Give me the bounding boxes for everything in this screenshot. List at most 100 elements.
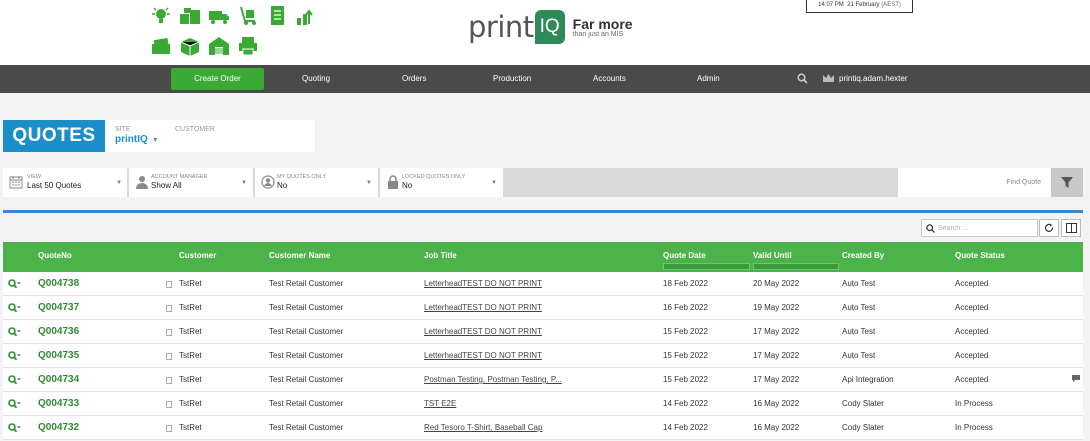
table-search[interactable] xyxy=(921,219,1038,237)
nav-item-quoting[interactable]: Quoting xyxy=(302,65,330,93)
locked-value: No xyxy=(402,181,413,190)
column-header-job-title[interactable]: Job Title xyxy=(424,251,457,260)
quote-number-link[interactable]: Q004734 xyxy=(38,374,79,385)
customer-code[interactable]: TstRet xyxy=(179,375,202,384)
created-by: Auto Test xyxy=(842,303,876,312)
customer-name: Test Retail Customer xyxy=(269,423,344,432)
printer-icon[interactable] xyxy=(237,36,259,56)
column-header-quote-status[interactable]: Quote Status xyxy=(955,251,1005,260)
clock-date: 21 February xyxy=(847,2,880,8)
comment-icon[interactable] xyxy=(1072,375,1080,382)
growth-chart-icon[interactable] xyxy=(295,6,317,26)
account-manager-filter[interactable]: ACCOUNT MANAGER Show All ▼ xyxy=(129,168,253,197)
boxes-icon[interactable] xyxy=(179,6,201,26)
table-row[interactable]: Q004732 TstRet Test Retail Customer Red Tes… xyxy=(3,416,1083,440)
table-row[interactable]: Q004737 TstRet Test Retail Customer Letterh… xyxy=(3,296,1083,320)
truck-icon[interactable] xyxy=(208,6,230,26)
search-icon[interactable] xyxy=(797,73,808,84)
customer-code[interactable]: TstRet xyxy=(179,399,202,408)
crown-icon xyxy=(823,74,834,82)
quote-preview-icon[interactable] xyxy=(8,303,21,313)
nav-item-orders[interactable]: Orders xyxy=(402,65,426,93)
column-header-quoteno[interactable]: QuoteNo xyxy=(38,251,72,260)
page-title: QUOTES xyxy=(3,120,105,152)
table-row[interactable]: Q004738 TstRet Test Retail Customer Letterh… xyxy=(3,272,1083,296)
refresh-button[interactable] xyxy=(1039,219,1059,237)
tagline-sub: than just an MIS xyxy=(572,30,624,38)
document-stack-icon[interactable] xyxy=(266,6,288,26)
column-header-created-by[interactable]: Created By xyxy=(842,251,884,260)
job-title-link[interactable]: LetterheadTEST DO NOT PRINT xyxy=(424,351,542,360)
refresh-icon xyxy=(1044,223,1054,232)
table-row[interactable]: Q004733 TstRet Test Retail Customer TST E2E… xyxy=(3,392,1083,416)
customer-code[interactable]: TstRet xyxy=(179,423,202,432)
quote-date: 16 Feb 2022 xyxy=(663,303,708,312)
created-by: Cody Slater xyxy=(842,399,884,408)
customer-name: Test Retail Customer xyxy=(269,327,344,336)
quote-date-filter[interactable] xyxy=(663,263,750,270)
column-header-customer-name[interactable]: Customer Name xyxy=(269,251,330,260)
job-title-link[interactable]: Postman Testing, Postman Testing, P... xyxy=(424,375,562,384)
column-header-valid-until[interactable]: Valid Until xyxy=(753,251,792,260)
customer-code[interactable]: TstRet xyxy=(179,303,202,312)
quote-number-link[interactable]: Q004738 xyxy=(38,278,79,289)
job-title-link[interactable]: LetterheadTEST DO NOT PRINT xyxy=(424,327,542,336)
customer-code[interactable]: TstRet xyxy=(179,351,202,360)
job-title-link[interactable]: LetterheadTEST DO NOT PRINT xyxy=(424,279,542,288)
my-quotes-label: MY QUOTES ONLY xyxy=(277,174,327,180)
warehouse-icon[interactable] xyxy=(208,36,230,56)
job-title-link[interactable]: LetterheadTEST DO NOT PRINT xyxy=(424,303,542,312)
columns-button[interactable] xyxy=(1061,219,1081,237)
trolley-icon[interactable] xyxy=(237,6,259,26)
quote-number-link[interactable]: Q004732 xyxy=(38,422,79,433)
find-quote-input[interactable]: Find Quote xyxy=(898,168,1051,197)
create-order-button[interactable]: Create Order xyxy=(171,68,264,90)
quote-preview-icon[interactable] xyxy=(8,399,21,409)
customer-name: Test Retail Customer xyxy=(269,279,344,288)
nav-item-admin[interactable]: Admin xyxy=(697,65,720,93)
table-row[interactable]: Q004735 TstRet Test Retail Customer Letterh… xyxy=(3,344,1083,368)
quote-number-link[interactable]: Q004733 xyxy=(38,398,79,409)
quote-number-link[interactable]: Q004735 xyxy=(38,350,79,361)
filter-button[interactable] xyxy=(1051,168,1083,197)
quote-preview-icon[interactable] xyxy=(8,375,21,385)
logo-tagline: Far more than just an MIS xyxy=(573,17,633,38)
my-quotes-filter[interactable]: MY QUOTES ONLY No ▼ xyxy=(255,168,378,197)
locked-quotes-filter[interactable]: LOCKED QUOTES ONLY No ▼ xyxy=(380,168,503,197)
quote-preview-icon[interactable] xyxy=(8,279,21,289)
document-icon xyxy=(166,281,172,288)
user-menu[interactable]: printiq.adam.hexter xyxy=(822,73,907,83)
site-value: printIQ xyxy=(115,134,148,145)
table-search-input[interactable] xyxy=(938,222,1034,234)
valid-until: 20 May 2022 xyxy=(753,279,800,288)
table-row[interactable]: Q004734 TstRet Test Retail Customer Postman… xyxy=(3,368,1083,392)
nav-item-accounts[interactable]: Accounts xyxy=(593,65,626,93)
quote-number-link[interactable]: Q004737 xyxy=(38,302,79,313)
quote-status: Accepted xyxy=(955,351,989,360)
table-row[interactable]: Q004736 TstRet Test Retail Customer Letterh… xyxy=(3,320,1083,344)
customer-code[interactable]: TstRet xyxy=(179,327,202,336)
user-name: printiq.adam.hexter xyxy=(839,73,908,83)
manager-value: Show All xyxy=(151,181,182,190)
customer-code[interactable]: TstRet xyxy=(179,279,202,288)
job-title-link[interactable]: TST E2E xyxy=(424,399,456,408)
job-title-link[interactable]: Red Tesoro T-Shirt, Baseball Cap xyxy=(424,423,542,432)
column-header-quote-date[interactable]: Quote Date xyxy=(663,251,706,260)
nav-item-production[interactable]: Production xyxy=(493,65,531,93)
column-header-customer[interactable]: Customer xyxy=(179,251,216,260)
quote-preview-icon[interactable] xyxy=(8,351,21,361)
valid-until: 17 May 2022 xyxy=(753,375,800,384)
printiq-logo[interactable]: print IQ Far more than just an MIS xyxy=(468,10,633,44)
created-by: Auto Test xyxy=(842,327,876,336)
site-selector[interactable]: printIQ ▼ xyxy=(115,134,159,145)
valid-until-filter[interactable] xyxy=(753,263,839,270)
lightbulb-icon[interactable] xyxy=(150,6,172,26)
table-header: QuoteNo Customer Customer Name Job Title… xyxy=(3,242,1083,272)
quote-preview-icon[interactable] xyxy=(8,327,21,337)
paper-roll-icon[interactable] xyxy=(150,36,172,56)
quote-preview-icon[interactable] xyxy=(8,423,21,433)
customer-label[interactable]: CUSTOMER xyxy=(175,126,215,133)
quote-number-link[interactable]: Q004736 xyxy=(38,326,79,337)
view-filter[interactable]: VIEW Last 50 Quotes ▼ xyxy=(3,168,127,197)
package-icon[interactable] xyxy=(179,36,201,56)
